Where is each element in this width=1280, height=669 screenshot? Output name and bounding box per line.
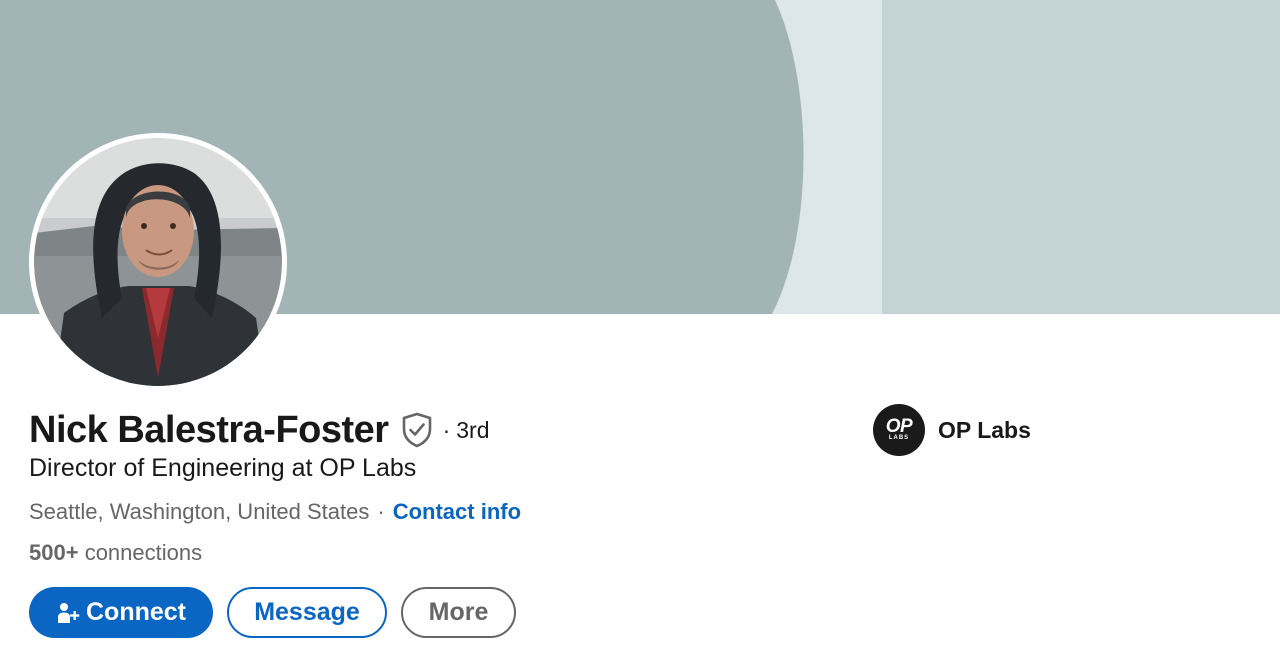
- location-separator: ·: [377, 499, 385, 524]
- company-logo-subtext: LABS: [888, 435, 910, 441]
- connections-row: 500+ connections: [29, 540, 202, 566]
- name-row: Nick Balestra-Foster · 3rd: [29, 404, 490, 456]
- current-company[interactable]: OP LABS OP Labs: [873, 404, 1031, 456]
- profile-actions: Connect Message More: [29, 587, 516, 638]
- company-name: OP Labs: [938, 416, 1031, 443]
- profile-location: Seattle, Washington, United States: [29, 499, 370, 524]
- degree-label: 3rd: [456, 416, 490, 443]
- profile-name: Nick Balestra-Foster: [29, 408, 389, 451]
- profile-page: Nick Balestra-Foster · 3rd Director of En…: [0, 0, 1280, 669]
- message-button[interactable]: Message: [227, 587, 387, 638]
- connect-button[interactable]: Connect: [29, 587, 213, 638]
- connection-degree: · 3rd: [443, 417, 490, 444]
- connections-count: 500+: [29, 540, 79, 565]
- more-button[interactable]: More: [401, 587, 516, 638]
- profile-photo[interactable]: [29, 133, 287, 391]
- add-person-icon: [56, 601, 80, 625]
- location-row: Seattle, Washington, United States · Con…: [29, 499, 521, 525]
- connections-label: connections: [84, 540, 203, 565]
- company-logo-text: OP: [885, 416, 913, 437]
- profile-photo-image: [34, 138, 282, 386]
- shield-check-icon[interactable]: [401, 412, 433, 448]
- connect-label: Connect: [86, 598, 186, 626]
- company-logo: OP LABS: [873, 404, 925, 456]
- degree-separator: ·: [442, 416, 451, 443]
- contact-info-link[interactable]: Contact info: [393, 499, 521, 525]
- profile-headline: Director of Engineering at OP Labs: [29, 454, 417, 482]
